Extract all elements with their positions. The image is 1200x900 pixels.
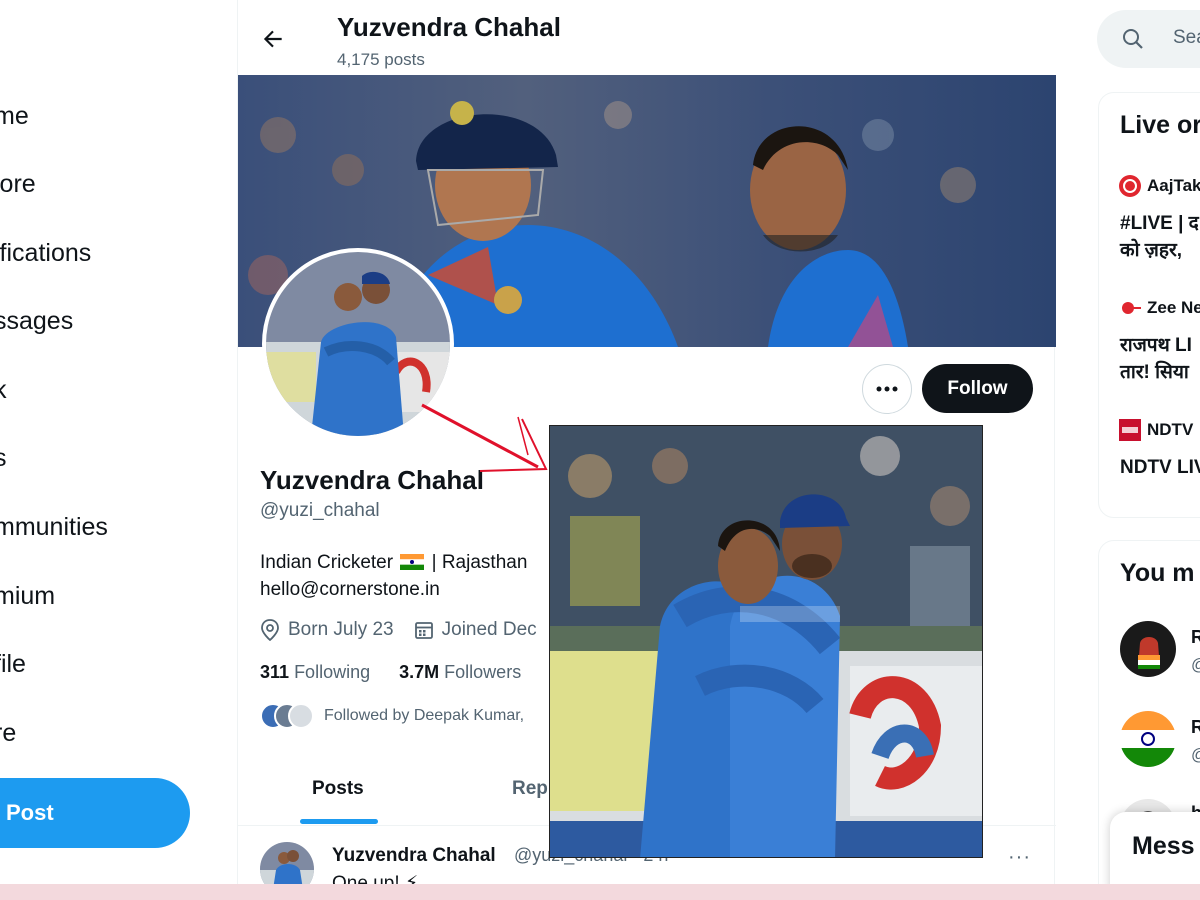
right-sidebar: Sea Live or AajTak #LIVE | दको ज़हर, Zee…	[1097, 0, 1200, 900]
profile-handle: @yuzi_chahal	[260, 500, 380, 521]
post-button-label: Post	[6, 800, 54, 825]
live-headline[interactable]: #LIVE | द को ज़हर,	[1120, 210, 1199, 264]
suggested-user-name[interactable]: R	[1191, 717, 1200, 738]
left-navigation: me lore ifications ssages k s mmunities …	[0, 0, 236, 900]
live-source-row[interactable]: NDTV	[1119, 419, 1193, 441]
bio-email[interactable]: hello@cornerstone.in	[260, 579, 440, 600]
nav-item-grok[interactable]: k	[0, 376, 7, 405]
live-headline[interactable]: राजपथ LI तार! सिया	[1120, 332, 1192, 386]
live-headline[interactable]: NDTV LIV	[1120, 454, 1200, 481]
active-tab-indicator	[300, 819, 378, 824]
zoomed-avatar-photo	[549, 425, 983, 858]
nav-item-profile[interactable]: file	[0, 650, 26, 679]
header-post-count: 4,175 posts	[337, 50, 425, 69]
calendar-icon	[414, 622, 433, 639]
followed-by-row[interactable]: Followed by Deepak Kumar,	[260, 703, 524, 729]
post-button[interactable]: Post	[0, 778, 190, 848]
nav-item-explore[interactable]: lore	[0, 170, 36, 199]
suggested-user-handle: @	[1191, 745, 1200, 765]
profile-header-bar: Yuzvendra Chahal 4,175 posts	[238, 0, 1056, 75]
live-source-row[interactable]: Zee Ne	[1119, 297, 1200, 319]
follow-button-label: Follow	[947, 377, 1008, 399]
suggested-user-avatar[interactable]	[1120, 621, 1176, 677]
profile-meta: Born July 23 Joined Dec	[260, 619, 537, 641]
more-dots-icon	[876, 386, 898, 392]
nav-item-communities[interactable]: mmunities	[0, 513, 108, 542]
tweet-author-name[interactable]: Yuzvendra Chahal	[332, 845, 496, 867]
bio-text-part2: | Rajasthan	[431, 552, 528, 573]
header-name: Yuzvendra Chahal	[337, 12, 561, 42]
follow-stats: 311 Following 3.7M Followers	[260, 662, 521, 683]
location-pin-icon	[261, 619, 279, 641]
live-source-row[interactable]: AajTak	[1119, 175, 1200, 197]
messages-drawer[interactable]: Mess	[1110, 812, 1200, 892]
bio-text-part1: Indian Cricketer	[260, 552, 394, 573]
birthday-text: Born July 23	[288, 619, 394, 640]
nav-item-notifications[interactable]: ifications	[0, 239, 91, 268]
live-source-name: AajTak	[1147, 176, 1200, 195]
nav-item-lists[interactable]: s	[0, 444, 7, 473]
os-taskbar-strip	[0, 884, 1200, 900]
suggested-user-avatar[interactable]	[1120, 711, 1176, 767]
tab-posts[interactable]: Posts	[312, 778, 364, 800]
suggested-user-name[interactable]: R	[1191, 627, 1200, 648]
nav-item-premium[interactable]: mium	[0, 582, 55, 611]
tab-replies[interactable]: Rep	[512, 778, 548, 800]
back-arrow-icon[interactable]	[260, 26, 286, 52]
following-link[interactable]: 311 Following	[260, 662, 370, 682]
live-source-name: NDTV	[1147, 420, 1194, 439]
messages-drawer-label: Mess	[1132, 832, 1195, 860]
live-card-title: Live or	[1120, 111, 1200, 139]
ndtv-logo-icon	[1119, 419, 1141, 441]
who-to-follow-title: You m	[1120, 559, 1195, 587]
joined-text: Joined Dec	[441, 619, 537, 640]
followed-by-text: Followed by Deepak Kumar,	[324, 707, 525, 724]
live-source-name: Zee Ne	[1147, 298, 1200, 317]
follow-button[interactable]: Follow	[922, 364, 1033, 413]
live-card: Live or AajTak #LIVE | द को ज़हर, Zee Ne …	[1098, 92, 1200, 518]
profile-bio: Indian Cricketer | Rajasthan hello@corne…	[260, 549, 590, 603]
nav-item-more[interactable]: re	[0, 719, 16, 748]
more-options-button[interactable]	[862, 364, 912, 414]
search-placeholder: Sea	[1173, 27, 1200, 48]
followers-link[interactable]: 3.7M Followers	[399, 662, 521, 682]
nav-item-messages[interactable]: ssages	[0, 307, 73, 336]
search-icon	[1123, 29, 1143, 49]
aajtak-logo-icon	[1119, 175, 1141, 197]
nav-item-home[interactable]: me	[0, 102, 29, 131]
suggested-user-handle: @	[1191, 655, 1200, 675]
zee-news-logo-icon	[1122, 302, 1141, 314]
follower-avatar	[288, 703, 314, 729]
red-arrow-annotation	[421, 403, 548, 472]
india-flag-icon	[400, 554, 425, 570]
search-bar[interactable]: Sea	[1097, 10, 1200, 68]
tweet-more-button[interactable]: ···	[1008, 846, 1031, 869]
